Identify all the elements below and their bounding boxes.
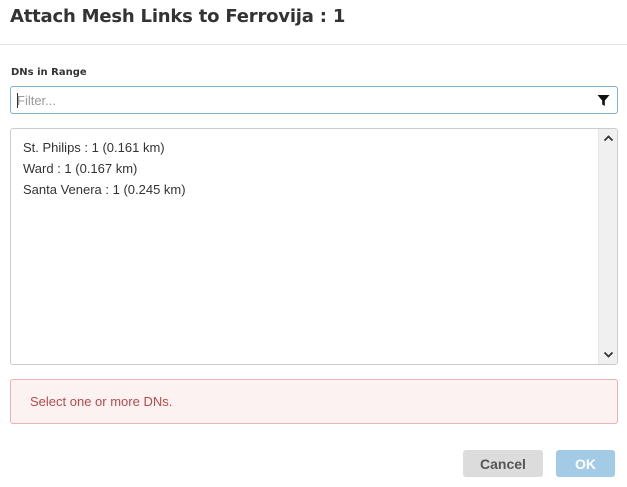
dialog-title: Attach Mesh Links to Ferrovija : 1	[10, 6, 346, 27]
filter-input[interactable]	[17, 87, 587, 113]
list-item[interactable]: Ward : 1 (0.167 km)	[23, 161, 186, 182]
text-cursor	[17, 93, 18, 108]
dns-list[interactable]: St. Philips : 1 (0.161 km) Ward : 1 (0.1…	[10, 128, 618, 365]
list-item[interactable]: St. Philips : 1 (0.161 km)	[23, 140, 186, 161]
chevron-down-icon[interactable]	[603, 349, 614, 360]
cancel-button[interactable]: Cancel	[463, 450, 543, 477]
vertical-scrollbar[interactable]	[598, 129, 617, 364]
dns-in-range-label: DNs in Range	[11, 67, 87, 78]
alert-message: Select one or more DNs.	[30, 394, 173, 409]
dns-list-items: St. Philips : 1 (0.161 km) Ward : 1 (0.1…	[23, 140, 186, 203]
filter-icon[interactable]	[597, 94, 610, 107]
ok-button[interactable]: OK	[556, 450, 615, 477]
list-item[interactable]: Santa Venera : 1 (0.245 km)	[23, 182, 186, 203]
attach-mesh-links-dialog: Attach Mesh Links to Ferrovija : 1 DNs i…	[0, 0, 627, 487]
dialog-header: Attach Mesh Links to Ferrovija : 1	[0, 0, 627, 45]
filter-field[interactable]	[10, 86, 618, 114]
validation-alert: Select one or more DNs.	[10, 379, 618, 424]
chevron-up-icon[interactable]	[603, 133, 614, 144]
